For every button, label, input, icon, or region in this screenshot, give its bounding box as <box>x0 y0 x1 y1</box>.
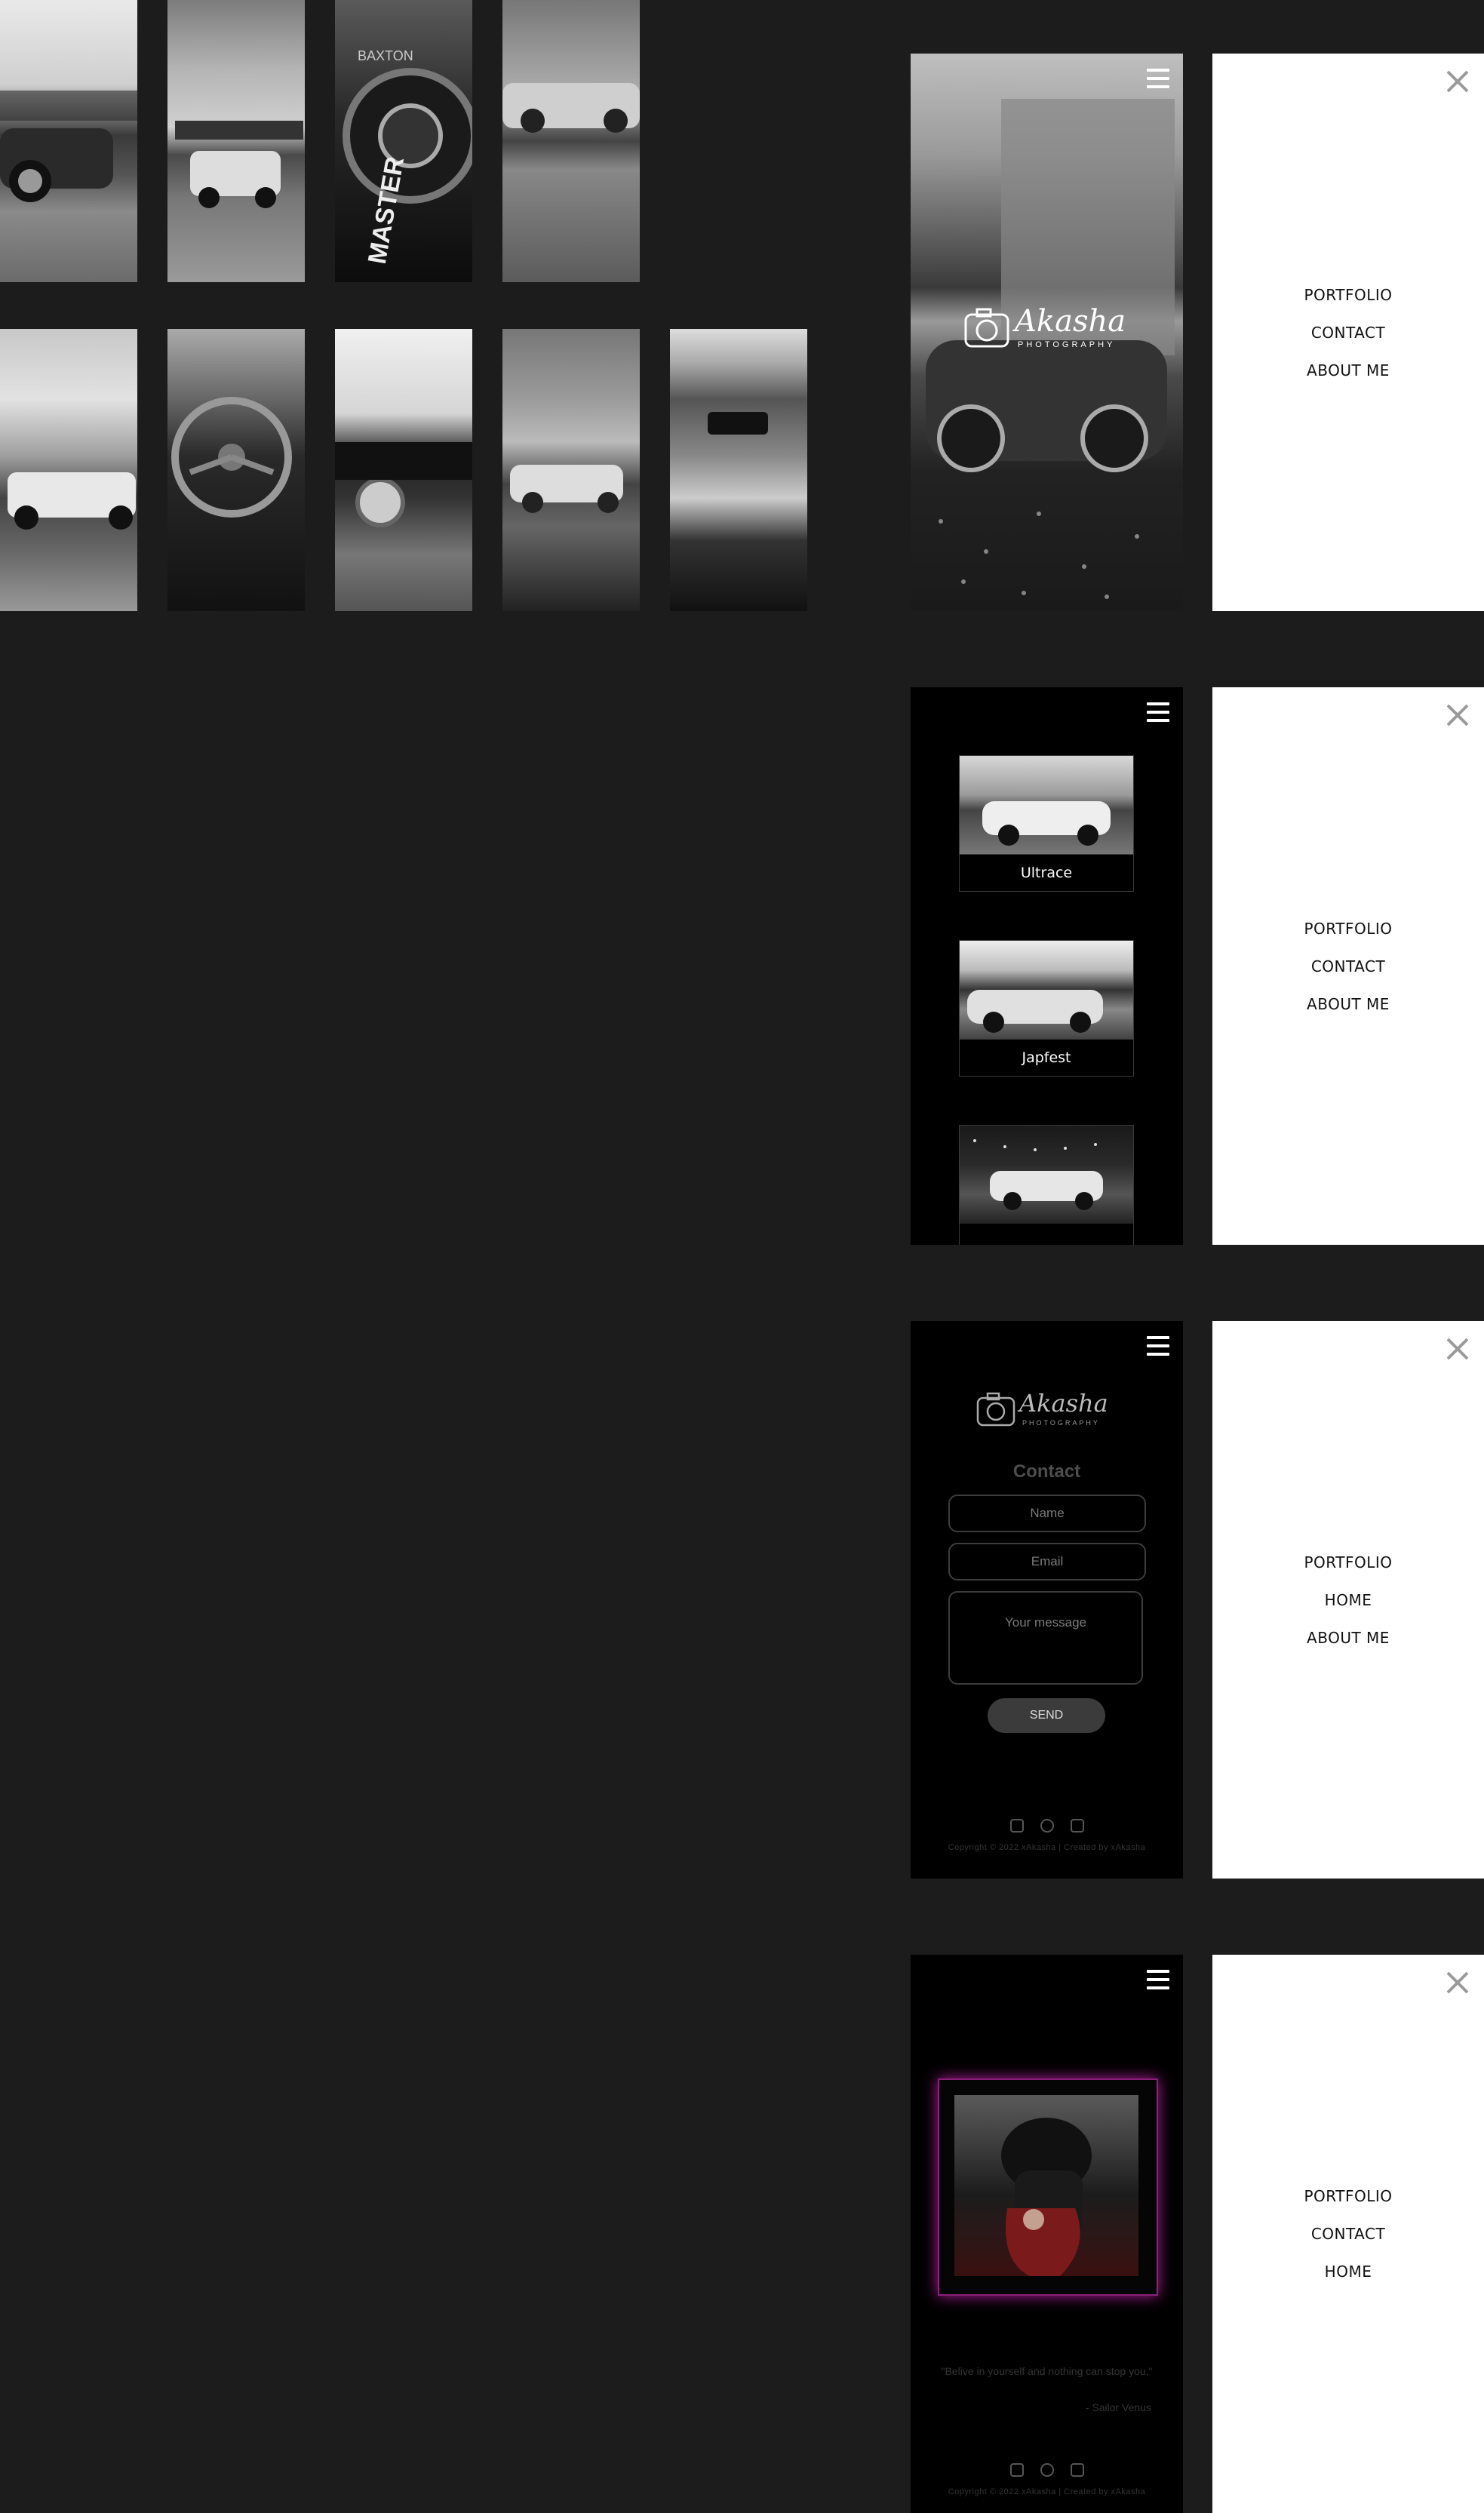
home-screen: Akasha PHOTOGRAPHY <box>911 54 1183 611</box>
gallery-thumb[interactable] <box>335 329 472 611</box>
tiktok-icon[interactable] <box>1070 2463 1084 2477</box>
hamburger-icon[interactable] <box>1147 69 1169 93</box>
hamburger-icon[interactable] <box>1147 1336 1169 1360</box>
gallery-thumb[interactable] <box>0 329 137 611</box>
contact-screen: Akasha PHOTOGRAPHY Contact Name Email Yo… <box>911 1321 1183 1879</box>
facebook-icon[interactable] <box>1040 2463 1054 2477</box>
portfolio-card[interactable]: Japfest <box>959 940 1134 1077</box>
close-icon[interactable] <box>1445 69 1470 94</box>
gallery-thumb[interactable] <box>0 0 137 282</box>
gallery-thumb[interactable]: BAXTON MASTER <box>335 0 472 282</box>
message-field[interactable]: Your message <box>948 1591 1143 1685</box>
instagram-icon[interactable] <box>1009 1819 1024 1833</box>
portfolio-card-image <box>960 756 1133 854</box>
menu-item-portfolio[interactable]: PORTFOLIO <box>1212 2177 1484 2215</box>
social-links <box>911 1819 1183 1833</box>
instagram-icon[interactable] <box>1009 2463 1024 2477</box>
gallery-thumb[interactable] <box>167 0 305 282</box>
email-field[interactable]: Email <box>948 1543 1146 1581</box>
menu-item-home[interactable]: HOME <box>1212 2253 1484 2290</box>
menu-list: PORTFOLIO HOME ABOUT ME <box>1212 1544 1484 1657</box>
portfolio-card-image <box>960 941 1133 1039</box>
menu-item-contact[interactable]: CONTACT <box>1212 314 1484 352</box>
svg-text:BAXTON: BAXTON <box>358 48 413 63</box>
gallery-thumb[interactable] <box>502 329 640 611</box>
menu-item-portfolio[interactable]: PORTFOLIO <box>1212 1544 1484 1581</box>
tiktok-icon[interactable] <box>1070 1819 1084 1833</box>
close-icon[interactable] <box>1445 1970 1470 1995</box>
menu-overlay-portfolio: PORTFOLIO CONTACT ABOUT ME <box>1212 687 1484 1245</box>
social-links <box>911 2463 1183 2477</box>
menu-item-about[interactable]: ABOUT ME <box>1212 1619 1484 1657</box>
menu-item-about[interactable]: ABOUT ME <box>1212 985 1484 1023</box>
facebook-icon[interactable] <box>1040 1819 1054 1833</box>
menu-overlay-contact: PORTFOLIO HOME ABOUT ME <box>1212 1321 1484 1879</box>
menu-list: PORTFOLIO CONTACT HOME <box>1212 2177 1484 2290</box>
camera-icon <box>976 1392 1015 1427</box>
gallery-thumb[interactable] <box>670 329 807 611</box>
portfolio-card-label: Japfest <box>960 1039 1133 1076</box>
gallery-thumb[interactable] <box>167 329 305 611</box>
menu-overlay-home: PORTFOLIO CONTACT ABOUT ME <box>1212 54 1484 611</box>
menu-item-contact[interactable]: CONTACT <box>1212 2215 1484 2253</box>
profile-photo <box>954 2095 1138 2276</box>
close-icon[interactable] <box>1445 1336 1470 1362</box>
menu-item-contact[interactable]: CONTACT <box>1212 948 1484 985</box>
site-logo[interactable]: Akasha PHOTOGRAPHY <box>976 1389 1126 1431</box>
logo-script: Akasha <box>1019 1389 1108 1418</box>
site-logo[interactable]: Akasha PHOTOGRAPHY <box>963 303 1144 355</box>
name-field[interactable]: Name <box>948 1495 1146 1532</box>
menu-item-about[interactable]: ABOUT ME <box>1212 352 1484 389</box>
contact-title: Contact <box>1012 1461 1081 1482</box>
portfolio-card[interactable] <box>959 1125 1134 1245</box>
camera-icon <box>964 308 1009 348</box>
close-icon[interactable] <box>1445 702 1470 728</box>
portfolio-card-image <box>960 1126 1133 1224</box>
send-button[interactable]: SEND <box>988 1698 1105 1733</box>
portfolio-card-label: Ultrace <box>960 854 1133 891</box>
menu-item-portfolio[interactable]: PORTFOLIO <box>1212 276 1484 314</box>
footer-copyright: Copyright © 2022 xAkasha | Created by xA… <box>948 2487 1146 2496</box>
menu-list: PORTFOLIO CONTACT ABOUT ME <box>1212 910 1484 1023</box>
profile-photo-frame <box>938 2078 1158 2296</box>
logo-sub: PHOTOGRAPHY <box>1018 340 1116 349</box>
menu-item-home[interactable]: HOME <box>1212 1581 1484 1619</box>
logo-sub: PHOTOGRAPHY <box>1022 1419 1100 1427</box>
hamburger-icon[interactable] <box>1147 702 1169 727</box>
portfolio-screen: Ultrace Japfest <box>911 687 1183 1245</box>
logo-script: Akasha <box>1015 304 1126 339</box>
hamburger-icon[interactable] <box>1147 1970 1169 1994</box>
gallery-thumb[interactable] <box>502 0 640 282</box>
footer-copyright: Copyright © 2022 xAkasha | Created by xA… <box>948 1843 1146 1852</box>
menu-item-portfolio[interactable]: PORTFOLIO <box>1212 910 1484 948</box>
portfolio-card[interactable]: Ultrace <box>959 755 1134 892</box>
menu-overlay-about: PORTFOLIO CONTACT HOME <box>1212 1955 1484 2513</box>
about-quote-author: - Sailor Venus <box>1085 2401 1151 2413</box>
about-quote: "Belive in yourself and nothing can stop… <box>941 2365 1153 2377</box>
about-screen: "Belive in yourself and nothing can stop… <box>911 1955 1183 2513</box>
menu-list: PORTFOLIO CONTACT ABOUT ME <box>1212 276 1484 389</box>
